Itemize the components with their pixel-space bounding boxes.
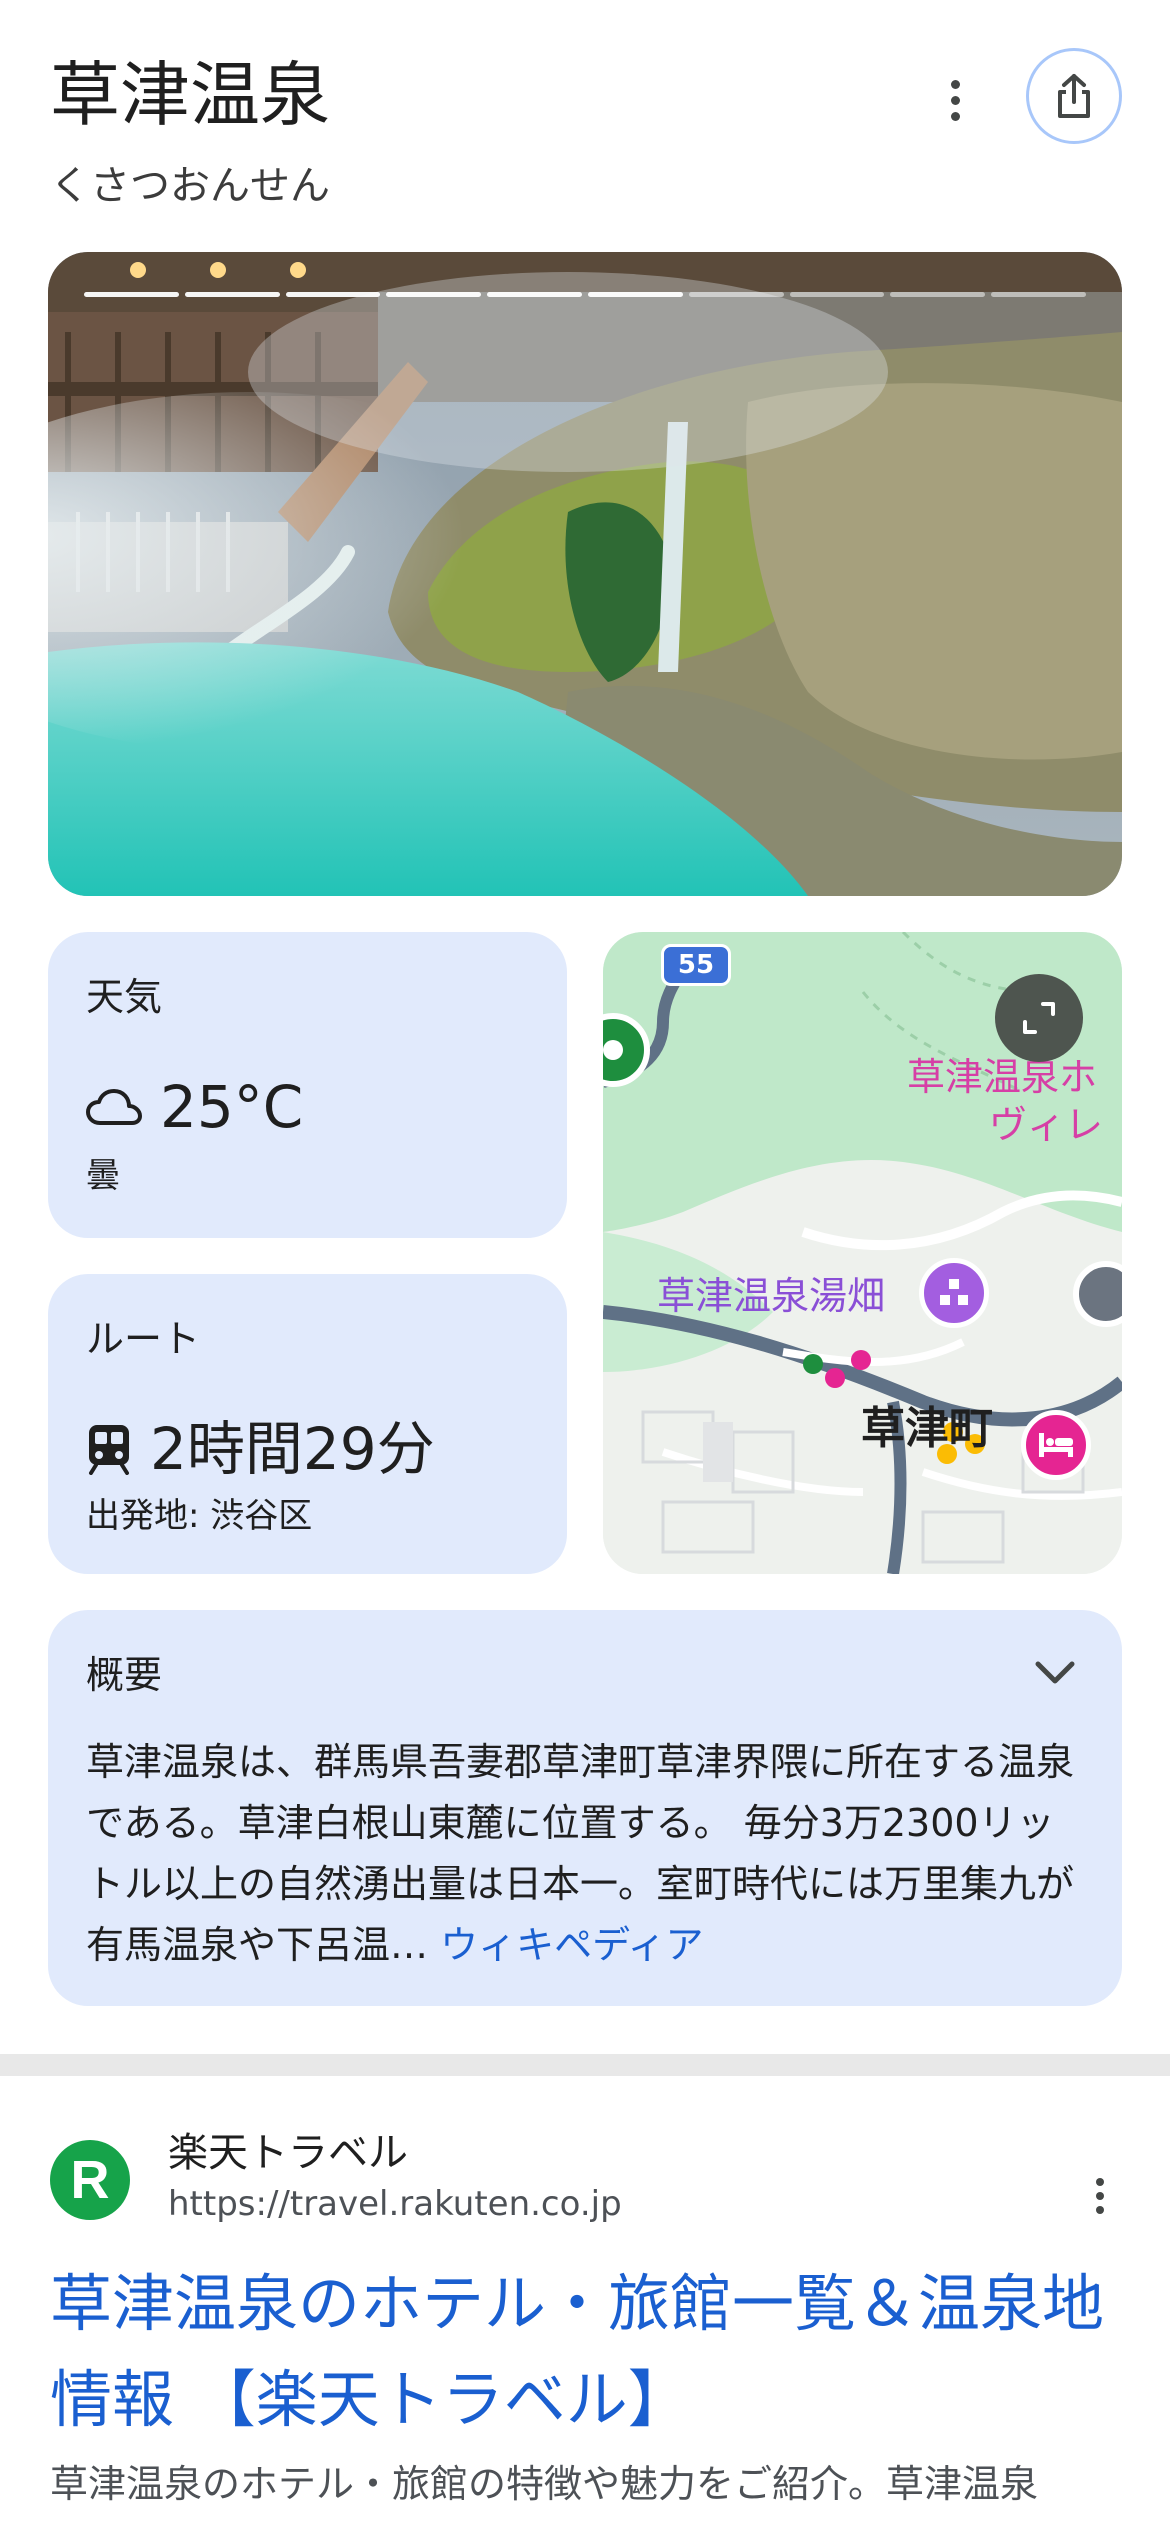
search-result: R 楽天トラベル https://travel.rakuten.co.jp 草津… — [0, 2076, 1170, 2532]
knowledge-panel-header: 草津温泉 くさつおんせん — [0, 0, 1170, 240]
weather-card[interactable]: 天気 25°C 曇 — [48, 932, 567, 1238]
favicon-letter: R — [70, 2150, 110, 2210]
map-place-hotel-label: 草津温泉ホ — [907, 1055, 1098, 1099]
attraction-icon — [940, 1279, 968, 1305]
overview-card[interactable]: 概要 草津温泉は、群馬県吾妻郡草津町草津界隈に所在する温泉である。草津白根山東麓… — [48, 1610, 1122, 2006]
hero-image-carousel[interactable] — [48, 252, 1122, 896]
weather-label: 天気 — [86, 975, 163, 1019]
map-place-hotel-label-2: ヴィレ — [989, 1103, 1104, 1147]
map-attraction-pin[interactable] — [919, 1258, 989, 1328]
route-duration-row: 2時間29分 — [86, 1414, 435, 1484]
route-card[interactable]: ルート 2時間29分 出発地: 渋谷区 — [48, 1274, 567, 1574]
share-button[interactable] — [1026, 48, 1122, 144]
chevron-down-icon[interactable] — [1030, 1654, 1080, 1694]
expand-icon — [1023, 1002, 1055, 1034]
route-label: ルート — [86, 1317, 201, 1361]
result-more-icon — [1096, 2178, 1104, 2186]
map-expand-button[interactable] — [995, 974, 1083, 1062]
result-more-options-button[interactable] — [1080, 2166, 1120, 2226]
site-favicon[interactable]: R — [50, 2140, 130, 2220]
cloud-icon — [86, 1089, 142, 1125]
map-hotel-pin[interactable] — [1021, 1410, 1091, 1480]
map-place-yubatake-label: 草津温泉湯畑 — [657, 1274, 886, 1318]
hotel-bed-icon — [1039, 1433, 1073, 1457]
page-subtitle: くさつおんせん — [50, 163, 330, 209]
weather-condition: 曇 — [86, 1156, 120, 1196]
result-title-link[interactable]: 草津温泉のホテル・旅館一覧＆温泉地情報 【楽天トラベル】 — [50, 2256, 1140, 2448]
carousel-progress — [84, 292, 1086, 297]
route-origin: 出発地: 渋谷区 — [86, 1496, 313, 1536]
more-options-button[interactable] — [930, 70, 980, 130]
temperature-value: 25°C — [160, 1073, 304, 1141]
result-snippet: 草津温泉のホテル・旅館の特徴や魅力をご紹介。草津温泉 — [50, 2462, 1039, 2506]
route-duration: 2時間29分 — [150, 1415, 435, 1483]
route-55-badge: 55 — [661, 944, 731, 986]
section-divider — [0, 2054, 1170, 2076]
wikipedia-link[interactable]: ウィキペディア — [440, 1923, 703, 1967]
hot-spring-photo — [48, 252, 1122, 896]
overview-title: 概要 — [86, 1653, 163, 1697]
more-options-icon — [950, 79, 960, 89]
overview-text-block: 草津温泉は、群馬県吾妻郡草津町草津界隈に所在する温泉である。草津白根山東麓に位置… — [86, 1732, 1086, 1976]
site-name[interactable]: 楽天トラベル — [168, 2128, 408, 2178]
site-url[interactable]: https://travel.rakuten.co.jp — [168, 2182, 622, 2226]
page-title: 草津温泉 — [50, 54, 330, 136]
train-icon — [89, 1425, 129, 1475]
map-card[interactable]: 55 草津温泉ホ ヴィレ 草津温泉湯畑 草津町 — [603, 932, 1122, 1574]
share-icon — [1058, 74, 1090, 118]
map-town-label: 草津町 — [861, 1403, 993, 1454]
weather-temperature-row: 25°C — [86, 1072, 303, 1142]
